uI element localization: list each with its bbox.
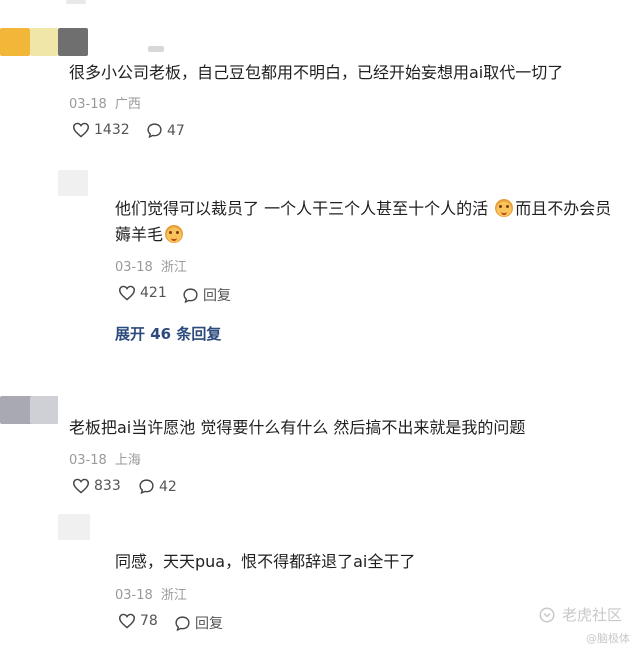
comment-bubble-icon bbox=[175, 615, 190, 631]
heart-icon bbox=[72, 478, 90, 494]
tiger-logo-icon bbox=[539, 607, 555, 622]
reply-text-line2: 薅羊毛 bbox=[115, 225, 164, 244]
watermark-brand: 老虎社区 bbox=[562, 606, 623, 624]
reply-date: 03-18 bbox=[115, 260, 153, 275]
blurred-header-fragment bbox=[66, 0, 86, 4]
reply-text: 他们觉得可以裁员了 一个人干三个人甚至十个人的活 而且不办会员 薅羊毛 bbox=[115, 196, 635, 248]
like-button[interactable]: 421 bbox=[118, 285, 167, 301]
reply-text-part2: 而且不办会员 bbox=[515, 199, 612, 218]
comment-location: 上海 bbox=[114, 453, 141, 468]
comment-text: 很多小公司老板，自己豆包都用不明白，已经开始妄想用ai取代一切了 bbox=[69, 63, 564, 82]
reply-meta: 03-18 浙江 bbox=[115, 584, 187, 603]
expand-replies-link[interactable]: 展开 46 条回复 bbox=[115, 323, 221, 344]
watermark-sub: @脑极体 bbox=[586, 632, 630, 645]
reply-date: 03-18 bbox=[115, 588, 153, 603]
heart-icon bbox=[72, 122, 90, 138]
avatar-blur-1d bbox=[148, 46, 164, 52]
heart-icon bbox=[118, 285, 136, 301]
reply-count: 42 bbox=[159, 478, 177, 495]
reply-location: 浙江 bbox=[160, 260, 187, 275]
like-count: 833 bbox=[94, 478, 121, 494]
comment-text: 老板把ai当许愿池 觉得要什么有什么 然后搞不出来就是我的问题 bbox=[69, 418, 526, 437]
like-button[interactable]: 78 bbox=[118, 613, 158, 629]
comment-bubble-icon bbox=[183, 287, 198, 303]
comment-bubble-icon bbox=[139, 479, 154, 495]
like-count: 421 bbox=[140, 285, 167, 301]
smile-emoji-icon bbox=[165, 225, 184, 243]
watermark: 老虎社区 bbox=[538, 604, 622, 625]
avatar-blur-1b bbox=[30, 28, 58, 56]
like-count: 78 bbox=[140, 613, 158, 629]
reply-count: 47 bbox=[167, 122, 185, 139]
comment-location: 广西 bbox=[114, 97, 141, 112]
comment-date: 03-18 bbox=[69, 97, 107, 112]
like-button[interactable]: 833 bbox=[72, 478, 121, 494]
comment-bubble-icon bbox=[147, 123, 162, 139]
avatar-blur-2 bbox=[58, 170, 88, 196]
avatar-blur-4 bbox=[58, 514, 90, 540]
reply-location: 浙江 bbox=[160, 588, 187, 603]
reply-button[interactable]: 回复 bbox=[182, 285, 231, 305]
heart-icon bbox=[118, 613, 136, 629]
reply-meta: 03-18 浙江 bbox=[115, 256, 187, 275]
reply-label: 回复 bbox=[203, 288, 231, 304]
like-count: 1432 bbox=[94, 122, 130, 138]
avatar-blur-3b bbox=[30, 396, 58, 424]
reply-text: 同感，天天pua，恨不得都辞退了ai全干了 bbox=[115, 552, 416, 571]
reply-button[interactable]: 42 bbox=[138, 478, 177, 495]
reply-button[interactable]: 回复 bbox=[174, 613, 223, 633]
comment-date: 03-18 bbox=[69, 453, 107, 468]
comment-meta: 03-18 广西 bbox=[69, 93, 141, 112]
reply-text-part1: 他们觉得可以裁员了 一个人干三个人甚至十个人的活 bbox=[115, 199, 494, 218]
avatar-blur-1c bbox=[58, 28, 88, 56]
reply-button[interactable]: 47 bbox=[146, 122, 185, 139]
like-button[interactable]: 1432 bbox=[72, 122, 130, 138]
reply-label: 回复 bbox=[195, 616, 223, 632]
comment-meta: 03-18 上海 bbox=[69, 449, 141, 468]
avatar-blur-1 bbox=[0, 28, 30, 56]
smile-emoji-icon bbox=[495, 199, 514, 217]
